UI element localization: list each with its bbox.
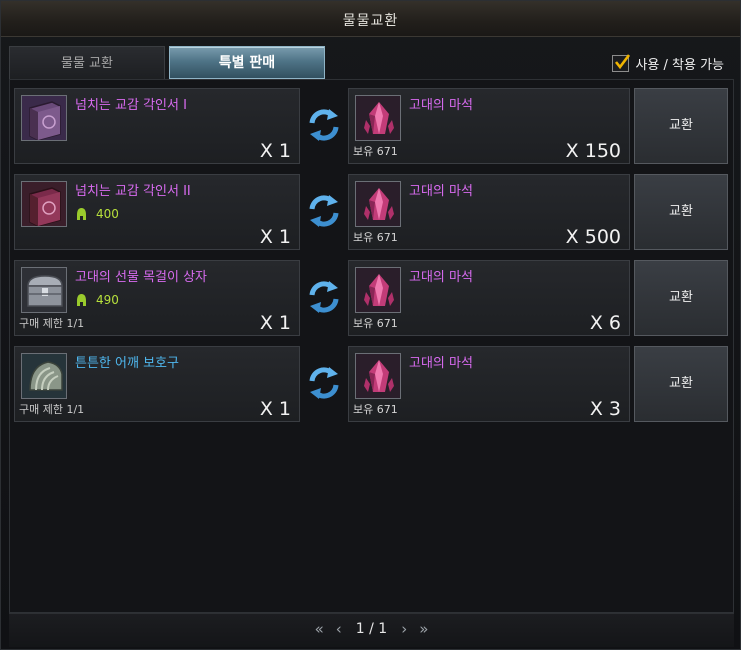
silver-chest-icon[interactable] [21, 267, 67, 313]
give-item-slot[interactable]: 넘치는 교감 각인서 II 400 X 1 [14, 174, 300, 250]
owned-count: 보유 671 [353, 145, 398, 158]
get-item-name: 고대의 마석 [409, 270, 473, 285]
tab-barter[interactable]: 물물 교환 [9, 46, 165, 79]
get-item-name: 고대의 마석 [409, 184, 473, 199]
exchange-button[interactable]: 교환 [634, 260, 728, 336]
give-item-slot[interactable]: 넘치는 교감 각인서 I X 1 [14, 88, 300, 164]
give-item-slot[interactable]: 튼튼한 어깨 보호구 구매 제한 1/1 X 1 [14, 346, 300, 422]
crystal-icon[interactable] [355, 95, 401, 141]
get-item-name: 고대의 마석 [409, 98, 473, 113]
pager: « ‹ 1 / 1 › » [9, 620, 734, 638]
exchange-arrows-icon [309, 195, 339, 227]
get-quantity: X 500 [565, 226, 621, 248]
exchange-row: 튼튼한 어깨 보호구 구매 제한 1/1 X 1 고대의 마석 보유 671 X… [14, 342, 730, 426]
get-quantity: X 3 [589, 398, 621, 420]
first-page-icon[interactable]: « [315, 620, 324, 638]
give-item-name: 고대의 선물 목걸이 상자 [75, 270, 207, 285]
give-quantity: X 1 [259, 312, 291, 334]
window-title: 물물교환 [342, 13, 399, 29]
crystal-icon[interactable] [355, 353, 401, 399]
give-item-slot[interactable]: 고대의 선물 목걸이 상자 490 구매 제한 1/1 X 1 [14, 260, 300, 336]
helmet-currency-icon [77, 294, 86, 306]
barter-window: 물물교환 물물 교환 특별 판매 사용 / 착용 가능 넘치는 교감 각인서 I… [0, 0, 741, 650]
page-indicator: 1 / 1 [355, 621, 388, 637]
get-item-slot[interactable]: 고대의 마석 보유 671 X 6 [348, 260, 630, 336]
get-quantity: X 150 [565, 140, 621, 162]
give-quantity: X 1 [259, 398, 291, 420]
exchange-button[interactable]: 교환 [634, 88, 728, 164]
usable-filter-label: 사용 / 착용 가능 [635, 57, 724, 73]
exchange-button[interactable]: 교환 [634, 346, 728, 422]
exchange-row: 넘치는 교감 각인서 II 400 X 1 고대의 마석 보유 671 X 50… [14, 170, 730, 254]
give-item-name: 튼튼한 어깨 보호구 [75, 356, 179, 371]
crimson-book-icon[interactable] [21, 181, 67, 227]
next-page-icon[interactable]: › [401, 620, 407, 638]
purchase-limit: 구매 제한 1/1 [19, 317, 85, 330]
purchase-limit: 구매 제한 1/1 [19, 403, 85, 416]
price-value: 490 [96, 293, 119, 307]
exchange-row: 넘치는 교감 각인서 I X 1 고대의 마석 보유 671 X 150 교환 [14, 84, 730, 168]
last-page-icon[interactable]: » [419, 620, 428, 638]
helmet-currency-icon [77, 208, 86, 220]
price-line: 400 [75, 207, 119, 221]
crystal-icon[interactable] [355, 267, 401, 313]
crystal-icon[interactable] [355, 181, 401, 227]
exchange-button[interactable]: 교환 [634, 174, 728, 250]
owned-count: 보유 671 [353, 231, 398, 244]
pagination-bar: « ‹ 1 / 1 › » [9, 613, 734, 647]
prev-page-icon[interactable]: ‹ [336, 620, 342, 638]
tab-special-sale[interactable]: 특별 판매 [169, 46, 325, 79]
exchange-arrows-icon [309, 109, 339, 141]
give-item-name: 넘치는 교감 각인서 II [75, 184, 191, 199]
usable-filter[interactable]: 사용 / 착용 가능 [612, 53, 724, 73]
give-quantity: X 1 [259, 226, 291, 248]
get-item-slot[interactable]: 고대의 마석 보유 671 X 150 [348, 88, 630, 164]
get-item-slot[interactable]: 고대의 마석 보유 671 X 500 [348, 174, 630, 250]
exchange-row: 고대의 선물 목걸이 상자 490 구매 제한 1/1 X 1 고대의 마석 보… [14, 256, 730, 340]
exchange-arrows-icon [309, 367, 339, 399]
give-quantity: X 1 [259, 140, 291, 162]
owned-count: 보유 671 [353, 317, 398, 330]
exchange-list: 넘치는 교감 각인서 I X 1 고대의 마석 보유 671 X 150 교환 … [9, 79, 734, 613]
price-value: 400 [96, 207, 119, 221]
get-quantity: X 6 [589, 312, 621, 334]
title-bar[interactable]: 물물교환 [1, 1, 740, 37]
get-item-name: 고대의 마석 [409, 356, 473, 371]
checkmark-icon [615, 53, 631, 69]
price-line: 490 [75, 293, 119, 307]
give-item-name: 넘치는 교감 각인서 I [75, 98, 187, 113]
purple-book-icon[interactable] [21, 95, 67, 141]
owned-count: 보유 671 [353, 403, 398, 416]
usable-checkbox[interactable] [612, 53, 631, 72]
exchange-arrows-icon [309, 281, 339, 313]
shoulder-guard-icon[interactable] [21, 353, 67, 399]
get-item-slot[interactable]: 고대의 마석 보유 671 X 3 [348, 346, 630, 422]
